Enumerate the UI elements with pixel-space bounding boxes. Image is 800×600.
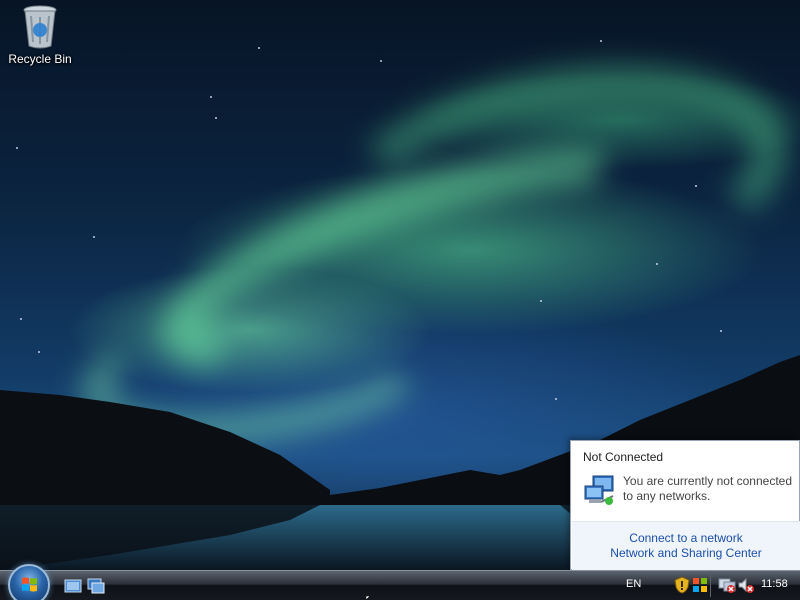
popup-message: You are currently not connected to any n… [623,474,793,503]
tray-separator [710,575,711,597]
switch-windows-icon[interactable] [87,577,105,595]
windows-security-shield-icon[interactable] [673,576,691,594]
network-disconnected-icon[interactable] [718,576,736,594]
start-button[interactable] [8,564,50,600]
language-indicator[interactable]: EN [626,578,641,590]
popup-links-area: Connect to a network Network and Sharing… [572,521,800,570]
popup-title: Not Connected [583,450,664,464]
system-clock[interactable]: 11:58 [761,578,788,590]
network-computers-icon [584,475,614,505]
show-desktop-icon[interactable] [64,577,82,595]
network-sharing-center-link[interactable]: Network and Sharing Center [572,546,800,560]
taskbar: EN 11:58 [0,564,800,600]
recycle-bin-icon [23,5,57,49]
windows-logo-icon [22,577,37,592]
security-center-icon[interactable] [691,576,709,594]
mouse-cursor-icon [366,596,371,600]
volume-muted-icon[interactable] [737,576,755,594]
desktop-icon-recycle-bin[interactable]: Recycle Bin [4,2,76,66]
network-status-popup: Not Connected You are currently not conn… [570,440,800,570]
desktop-icon-label: Recycle Bin [8,52,72,66]
connect-to-network-link[interactable]: Connect to a network [572,531,800,545]
